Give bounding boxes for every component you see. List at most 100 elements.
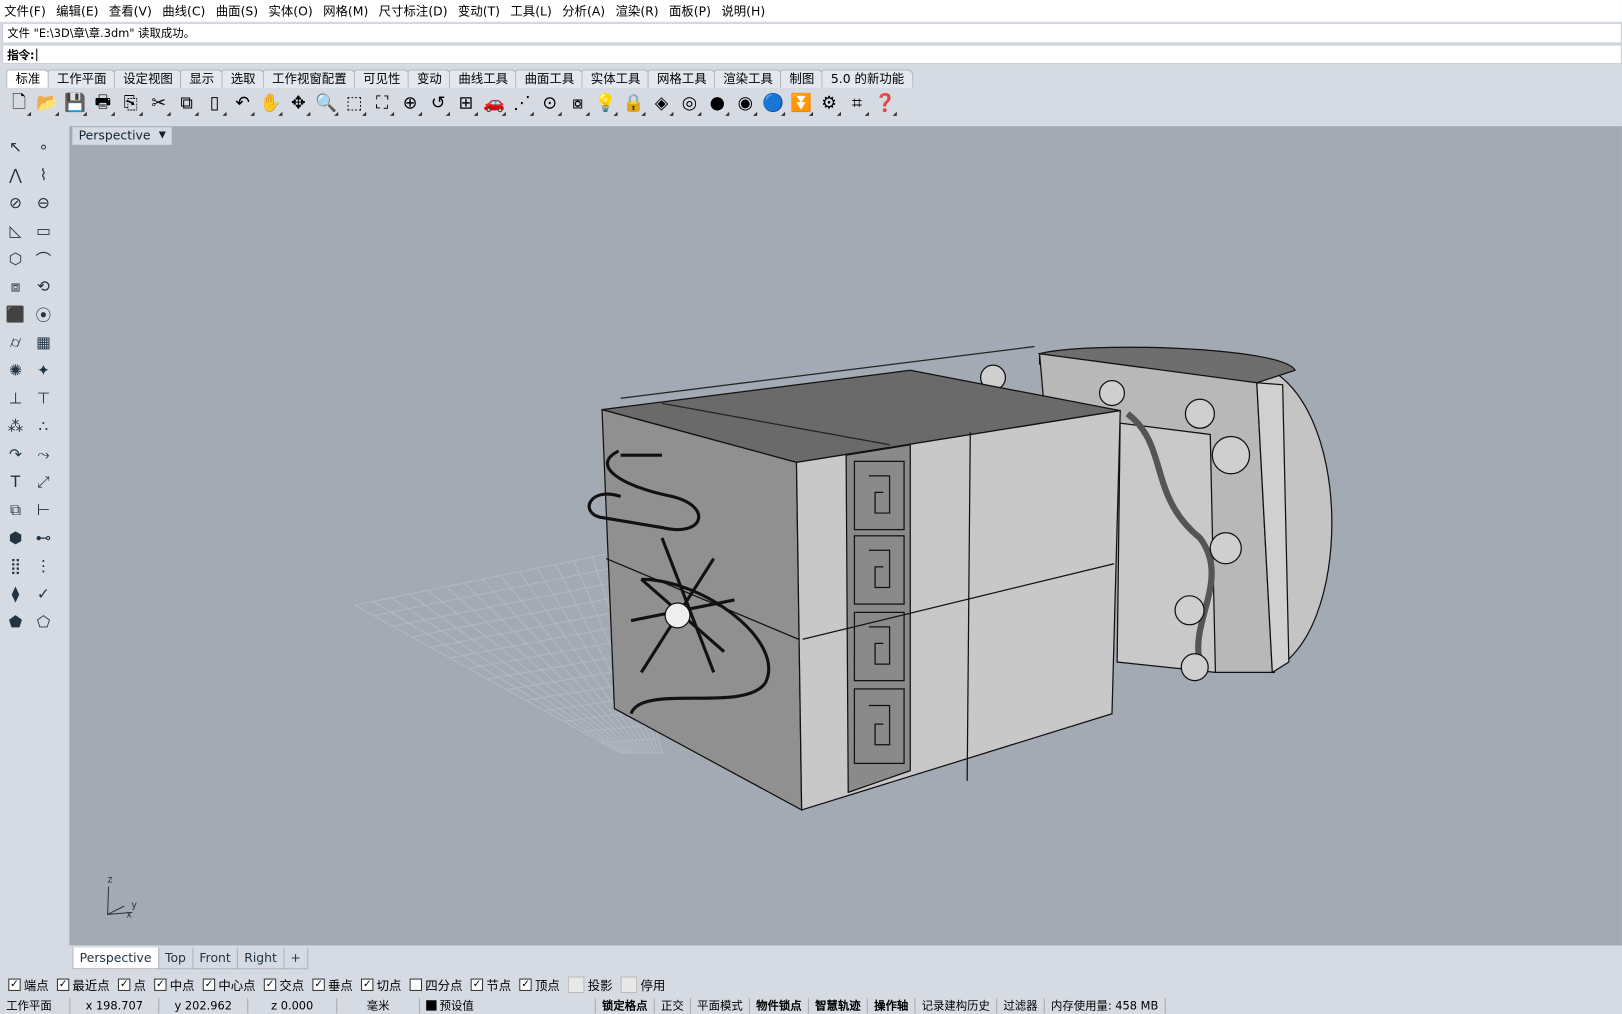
checkbox[interactable]: ✓ — [154, 978, 167, 991]
checkbox[interactable]: ✓ — [519, 978, 532, 991]
checkbox[interactable] — [409, 978, 423, 991]
print-icon[interactable]: 🖶 — [90, 91, 116, 117]
osnap-12[interactable]: 停用 — [620, 976, 665, 994]
rendered-blue-sphere-icon[interactable]: 🔵 — [760, 91, 786, 117]
osnap-1[interactable]: ✓ 最近点 — [56, 976, 110, 994]
toolbar-tab[interactable]: 工作平面 — [47, 69, 116, 88]
osnap-6[interactable]: ✓ 垂点 — [312, 976, 353, 994]
select-arrow-icon[interactable]: ↖ — [3, 134, 28, 159]
toggle-osnap[interactable]: 物件锁点 — [750, 998, 809, 1014]
surface-points-icon[interactable]: ⧈ — [3, 274, 28, 299]
toggle-smarttrack[interactable]: 智慧轨迹 — [809, 998, 868, 1014]
extrude-icon[interactable]: ⌭ — [3, 330, 28, 355]
osnap-8[interactable]: 四分点 — [409, 976, 463, 994]
osnap-2[interactable]: ✓ 点 — [117, 976, 146, 994]
osnap-0[interactable]: ✓ 端点 — [8, 976, 49, 994]
save-icon[interactable]: 💾 — [62, 91, 88, 117]
object-props-icon[interactable]: ⧇ — [565, 91, 591, 117]
blend-curve-icon[interactable]: ↷ — [3, 442, 28, 467]
zoom-extents-icon[interactable]: ⛶ — [369, 91, 395, 117]
four-viewports-icon[interactable]: ⊞ — [453, 91, 479, 117]
ungroup-icon[interactable]: ∴ — [31, 414, 56, 439]
menu-item[interactable]: 分析(A) — [562, 2, 605, 20]
checkbox[interactable] — [620, 976, 638, 994]
toolbar-tab[interactable]: 标准 — [6, 69, 50, 88]
toolbar-tab[interactable]: 网格工具 — [647, 69, 716, 88]
array-icon[interactable]: ⧉ — [3, 498, 28, 523]
undo-icon[interactable]: ↶ — [230, 91, 256, 117]
osnap-9[interactable]: ✓ 节点 — [470, 976, 511, 994]
polygon-icon[interactable]: ⬡ — [3, 246, 28, 271]
osnap-5[interactable]: ✓ 交点 — [263, 976, 304, 994]
menu-item[interactable]: 网格(M) — [323, 2, 368, 20]
viewport-tab[interactable]: Front — [192, 947, 239, 970]
explode-icon[interactable]: ✦ — [31, 358, 56, 383]
toolbar-tab[interactable]: 渲染工具 — [713, 69, 783, 88]
toggle-grid-snap[interactable]: 锁定格点 — [596, 998, 655, 1014]
fillet-curve-icon[interactable]: ⌒ — [31, 246, 56, 271]
scale-icon[interactable]: ⤢ — [31, 470, 56, 495]
menu-item[interactable]: 查看(V) — [109, 2, 152, 20]
linear-dim-icon[interactable]: ⊷ — [31, 525, 56, 550]
menu-item[interactable]: 说明(H) — [721, 2, 765, 20]
status-units[interactable]: 毫米 — [337, 998, 420, 1014]
menu-item[interactable]: 编辑(E) — [56, 2, 98, 20]
box-solid-icon[interactable]: ⬛ — [3, 302, 28, 327]
menu-item[interactable]: 面板(P) — [669, 2, 711, 20]
arc-icon[interactable]: ◺ — [3, 218, 28, 243]
toolbar-tab[interactable]: 曲面工具 — [515, 69, 584, 88]
toggle-ortho[interactable]: 正交 — [655, 998, 691, 1014]
render-sphere-icon[interactable]: ◉ — [732, 91, 758, 117]
viewport-title-menu[interactable]: Perspective ▼ — [72, 127, 173, 145]
menu-item[interactable]: 渲染(R) — [616, 2, 659, 20]
text-icon[interactable]: T — [3, 470, 28, 495]
copy-icon[interactable]: ⧉ — [174, 91, 200, 117]
checkbox[interactable]: ✓ — [361, 978, 374, 991]
revolve-icon[interactable]: ⟲ — [31, 274, 56, 299]
undo-view-icon[interactable]: ↺ — [425, 91, 451, 117]
render-mesh-icon[interactable]: ⬟ — [3, 609, 28, 634]
circle-icon[interactable]: ⊘ — [3, 190, 28, 215]
check-icon[interactable]: ✓ — [31, 581, 56, 606]
dimension-icon[interactable]: ⊢ — [31, 498, 56, 523]
toolbar-tab[interactable]: 5.0 的新功能 — [821, 69, 914, 88]
toggle-gumball[interactable]: 操作轴 — [868, 998, 916, 1014]
shaded-sphere-icon[interactable]: ● — [704, 91, 730, 117]
curve-icon[interactable]: ⌇ — [31, 162, 56, 187]
menu-item[interactable]: 工具(L) — [510, 2, 551, 20]
color-wheel-icon[interactable]: ◎ — [676, 91, 702, 117]
lock-icon[interactable]: 🔒 — [621, 91, 647, 117]
align-icon[interactable]: ⋮ — [31, 553, 56, 578]
menu-item[interactable]: 变动(T) — [458, 2, 500, 20]
rectangle-icon[interactable]: ▭ — [31, 218, 56, 243]
paste-icon[interactable]: ▯ — [202, 91, 228, 117]
offset-curve-icon[interactable]: ⤳ — [31, 442, 56, 467]
status-layer[interactable]: 预设值 — [420, 998, 596, 1014]
checkbox[interactable]: ✓ — [202, 978, 216, 991]
boolean-icon[interactable]: ⦿ — [31, 302, 56, 327]
toolbar-tab[interactable]: 显示 — [180, 69, 224, 88]
toggle-planar[interactable]: 平面模式 — [691, 998, 750, 1014]
checkbox[interactable]: ✓ — [56, 978, 70, 991]
menu-item[interactable]: 文件(F) — [4, 2, 46, 20]
toolbar-tab[interactable]: 选取 — [221, 69, 265, 88]
perspective-viewport[interactable]: z y x Perspective ▼ — [69, 126, 1622, 946]
menu-item[interactable]: 曲线(C) — [162, 2, 205, 20]
viewport-tab[interactable]: Right — [236, 947, 285, 970]
toggle-history[interactable]: 记录建构历史 — [915, 998, 998, 1014]
help-icon[interactable]: ❓ — [872, 91, 898, 117]
snap-icon[interactable]: ⌗ — [844, 91, 870, 117]
cut-icon[interactable]: ✂ — [146, 91, 172, 117]
toolbar-tab[interactable]: 设定视图 — [113, 69, 183, 88]
toolbar-tab[interactable]: 曲线工具 — [449, 69, 518, 88]
grid-array-icon[interactable]: ⣿ — [3, 553, 28, 578]
zoom-window-icon[interactable]: ⬚ — [341, 91, 367, 117]
trim-icon[interactable]: ⊥ — [3, 386, 28, 411]
polyline-icon[interactable]: ⋀ — [3, 162, 28, 187]
group-icon[interactable]: ⁂ — [3, 414, 28, 439]
checkbox[interactable]: ✓ — [263, 978, 277, 991]
export-icon[interactable]: ⎘ — [118, 91, 144, 117]
menu-item[interactable]: 尺寸标注(D) — [379, 2, 448, 20]
new-icon[interactable]: 🗋 — [6, 91, 32, 117]
pan-hand-icon[interactable]: ✋ — [258, 91, 284, 117]
